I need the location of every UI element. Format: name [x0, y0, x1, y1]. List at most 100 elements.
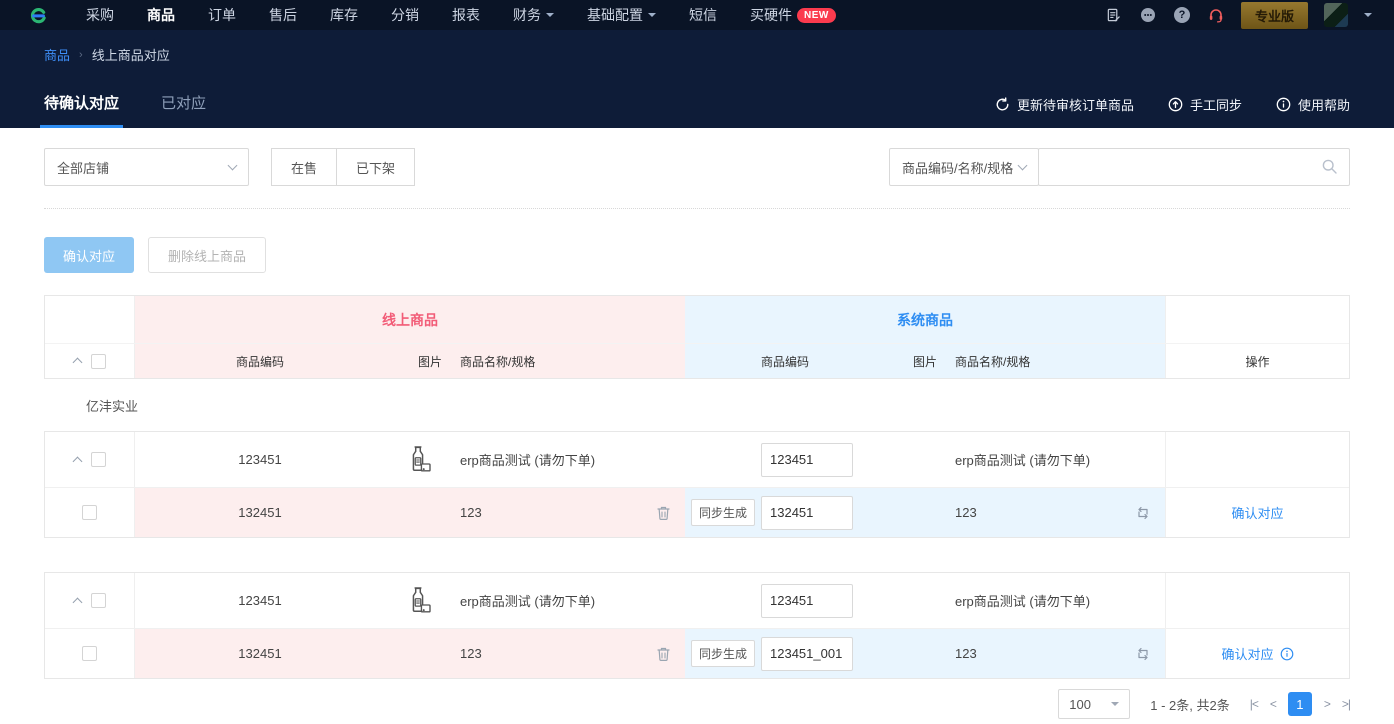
nav-item-hardware-label: 买硬件 [750, 7, 792, 23]
nav-item-orders[interactable]: 订单 [208, 5, 236, 25]
select-all-checkbox[interactable] [90, 353, 106, 369]
info-icon[interactable] [1280, 647, 1294, 661]
online-sku-name: 123 [460, 646, 482, 661]
search-type-value: 商品编码/名称/规格 [902, 160, 1014, 176]
refresh-pending-orders-action[interactable]: 更新待审核订单商品 [995, 95, 1134, 114]
pagination-summary: 1 - 2条, 共2条 [1150, 697, 1230, 713]
order-doc-icon[interactable] [1105, 6, 1123, 24]
row-checkbox[interactable] [82, 646, 97, 661]
shop-select[interactable]: 全部店铺 [44, 148, 249, 186]
row-checkbox[interactable] [90, 452, 106, 467]
system-product-name: erp商品测试 (请勿下单) [955, 594, 1091, 609]
search-icon[interactable] [1321, 158, 1338, 175]
trash-icon[interactable] [656, 505, 685, 521]
system-image-column-header: 图片 [885, 344, 945, 378]
delete-online-product-button[interactable]: 删除线上商品 [148, 237, 267, 273]
confirm-mapping-link[interactable]: 确认对应 [1221, 644, 1273, 663]
caret-down-icon [1111, 702, 1120, 710]
last-page-button[interactable]: >| [1342, 697, 1351, 711]
breadcrumb-separator: › [79, 48, 83, 61]
search-input[interactable] [1038, 148, 1350, 186]
sync-generate-button[interactable]: 同步生成 [691, 499, 756, 526]
online-product-name: erp商品测试 (请勿下单) [460, 594, 596, 609]
chat-icon[interactable] [1139, 6, 1157, 24]
nav-item-distribution[interactable]: 分销 [391, 5, 419, 25]
product-image-icon [385, 573, 450, 628]
nav-item-sms[interactable]: 短信 [689, 5, 717, 25]
first-page-button[interactable]: |< [1250, 697, 1259, 711]
current-page-button[interactable]: 1 [1287, 692, 1312, 716]
collapse-caret-icon[interactable] [72, 456, 82, 466]
system-sku-name: 123 [955, 505, 977, 520]
system-sku-name: 123 [955, 646, 977, 661]
manual-sync-action[interactable]: 手工同步 [1168, 95, 1242, 114]
pro-version-button[interactable]: 专业版 [1240, 1, 1308, 29]
info-icon [1276, 97, 1291, 112]
sale-status-filter: 在售 已下架 [271, 148, 416, 186]
caret-down-icon [546, 13, 554, 21]
breadcrumb: 商品 › 线上商品对应 [44, 30, 1350, 64]
nav-item-purchase[interactable]: 采购 [86, 5, 114, 25]
swap-icon[interactable] [1135, 505, 1165, 521]
help-icon[interactable]: ? [1173, 6, 1191, 24]
system-code-input[interactable] [761, 442, 853, 477]
help-glyph: ? [1173, 7, 1190, 23]
online-sku-code: 132451 [135, 488, 385, 537]
breadcrumb-goods-link[interactable]: 商品 [44, 45, 70, 64]
swap-icon[interactable] [1135, 646, 1165, 662]
system-product-header: 系统商品 [685, 296, 1165, 343]
nav-item-hardware[interactable]: 买硬件 NEW [750, 5, 836, 25]
online-product-code: 123451 [238, 593, 282, 608]
breadcrumb-current: 线上商品对应 [91, 48, 170, 63]
mapping-table: 线上商品 系统商品 商品编码 图片 商品名称/规格 商品编码 图片 商品名称/规… [44, 295, 1350, 679]
product-image-icon [385, 432, 450, 487]
off-shelf-button[interactable]: 已下架 [336, 148, 416, 186]
user-menu-caret-icon[interactable] [1364, 13, 1372, 21]
next-page-button[interactable]: > [1324, 697, 1331, 711]
nav-item-aftersales[interactable]: 售后 [269, 5, 297, 25]
online-name-column-header: 商品名称/规格 [450, 344, 685, 378]
nav-item-finance-label: 财务 [513, 7, 541, 23]
system-sku-code-input[interactable] [761, 495, 853, 530]
collapse-caret-icon[interactable] [72, 597, 82, 607]
row-checkbox[interactable] [90, 593, 106, 608]
prev-page-button[interactable]: < [1270, 697, 1277, 711]
headset-icon[interactable] [1207, 6, 1225, 24]
sync-generate-button[interactable]: 同步生成 [691, 640, 756, 667]
shop-select-value: 全部店铺 [57, 160, 110, 176]
table-header: 线上商品 系统商品 商品编码 图片 商品名称/规格 商品编码 图片 商品名称/规… [44, 295, 1350, 379]
avatar[interactable] [1324, 3, 1348, 27]
search-type-select[interactable]: 商品编码/名称/规格 [889, 148, 1039, 186]
page-size-select[interactable]: 100 [1058, 689, 1131, 719]
trash-icon[interactable] [656, 646, 685, 662]
chevron-down-icon [227, 160, 238, 170]
nav-item-finance[interactable]: 财务 [513, 5, 554, 25]
app-logo-icon[interactable] [30, 7, 47, 24]
main-content: 全部店铺 在售 已下架 商品编码/名称/规格 确认对应 删除线上商品 线上商品 … [0, 148, 1394, 719]
system-name-column-header: 商品名称/规格 [945, 344, 1165, 378]
upload-circle-icon [1168, 97, 1183, 112]
on-sale-button[interactable]: 在售 [271, 148, 338, 186]
online-product-header: 线上商品 [135, 296, 685, 343]
nav-item-settings[interactable]: 基础配置 [587, 5, 656, 25]
tab-mapped[interactable]: 已对应 [161, 92, 206, 128]
online-image-column-header: 图片 [385, 344, 450, 378]
system-sku-code-input[interactable] [761, 636, 853, 671]
page-header: 商品 › 线上商品对应 待确认对应 已对应 更新待审核订单商品 手工同步 使用帮… [0, 30, 1394, 128]
collapse-all-caret-icon[interactable] [72, 357, 82, 368]
confirm-mapping-link[interactable]: 确认对应 [1231, 503, 1283, 522]
row-checkbox[interactable] [82, 505, 97, 520]
nav-item-reports[interactable]: 报表 [452, 5, 480, 25]
tab-pending-mapping[interactable]: 待确认对应 [39, 92, 124, 128]
confirm-mapping-button[interactable]: 确认对应 [44, 237, 135, 273]
nav-item-settings-label: 基础配置 [587, 7, 643, 23]
action-column-header: 操作 [1165, 344, 1349, 378]
system-code-input[interactable] [761, 583, 853, 618]
page-size-value: 100 [1069, 696, 1091, 712]
parent-product-row: 123451 erp商品测试 (请勿下单) 123451 erp商品测试 (请勿… [45, 573, 1349, 628]
nav-item-inventory[interactable]: 库存 [330, 5, 358, 25]
nav-item-goods[interactable]: 商品 [147, 5, 175, 25]
mapping-group: 123451 erp商品测试 (请勿下单) 123451 erp商品测试 (请勿… [44, 431, 1350, 538]
manual-sync-label: 手工同步 [1189, 98, 1242, 113]
usage-help-action[interactable]: 使用帮助 [1276, 95, 1350, 114]
